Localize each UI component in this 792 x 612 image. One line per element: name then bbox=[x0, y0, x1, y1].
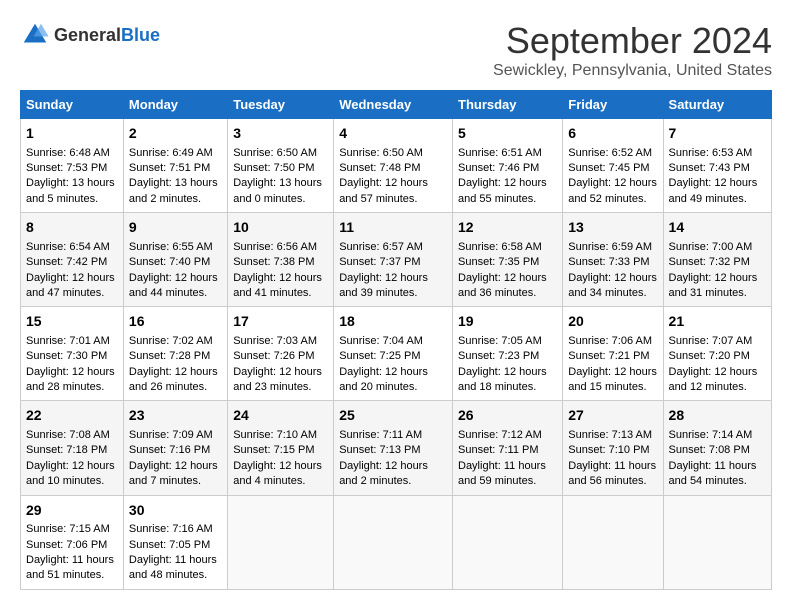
day-number: 26 bbox=[458, 406, 557, 426]
calendar-cell: 28Sunrise: 7:14 AMSunset: 7:08 PMDayligh… bbox=[663, 401, 771, 495]
header-wednesday: Wednesday bbox=[334, 91, 453, 119]
calendar-cell: 23Sunrise: 7:09 AMSunset: 7:16 PMDayligh… bbox=[123, 401, 227, 495]
calendar-cell: 10Sunrise: 6:56 AMSunset: 7:38 PMDayligh… bbox=[228, 213, 334, 307]
calendar-cell: 17Sunrise: 7:03 AMSunset: 7:26 PMDayligh… bbox=[228, 307, 334, 401]
header: GeneralBlue September 2024 Sewickley, Pe… bbox=[20, 20, 772, 80]
day-number: 18 bbox=[339, 312, 447, 332]
calendar-cell bbox=[228, 495, 334, 589]
calendar-cell: 7Sunrise: 6:53 AMSunset: 7:43 PMDaylight… bbox=[663, 119, 771, 213]
calendar-table: SundayMondayTuesdayWednesdayThursdayFrid… bbox=[20, 90, 772, 590]
day-number: 22 bbox=[26, 406, 118, 426]
day-number: 1 bbox=[26, 124, 118, 144]
day-number: 19 bbox=[458, 312, 557, 332]
calendar-cell: 1Sunrise: 6:48 AMSunset: 7:53 PMDaylight… bbox=[21, 119, 124, 213]
subtitle: Sewickley, Pennsylvania, United States bbox=[493, 62, 772, 80]
day-number: 27 bbox=[568, 406, 657, 426]
day-number: 4 bbox=[339, 124, 447, 144]
day-number: 17 bbox=[233, 312, 328, 332]
calendar-week-1: 1Sunrise: 6:48 AMSunset: 7:53 PMDaylight… bbox=[21, 119, 772, 213]
calendar-cell: 11Sunrise: 6:57 AMSunset: 7:37 PMDayligh… bbox=[334, 213, 453, 307]
header-sunday: Sunday bbox=[21, 91, 124, 119]
calendar-cell bbox=[663, 495, 771, 589]
day-number: 11 bbox=[339, 218, 447, 238]
day-number: 9 bbox=[129, 218, 222, 238]
logo-text-blue: Blue bbox=[121, 25, 160, 45]
calendar-cell: 6Sunrise: 6:52 AMSunset: 7:45 PMDaylight… bbox=[563, 119, 663, 213]
day-number: 13 bbox=[568, 218, 657, 238]
calendar-header-row: SundayMondayTuesdayWednesdayThursdayFrid… bbox=[21, 91, 772, 119]
day-number: 16 bbox=[129, 312, 222, 332]
calendar-cell: 29Sunrise: 7:15 AMSunset: 7:06 PMDayligh… bbox=[21, 495, 124, 589]
calendar-cell: 4Sunrise: 6:50 AMSunset: 7:48 PMDaylight… bbox=[334, 119, 453, 213]
calendar-cell: 3Sunrise: 6:50 AMSunset: 7:50 PMDaylight… bbox=[228, 119, 334, 213]
calendar-cell: 30Sunrise: 7:16 AMSunset: 7:05 PMDayligh… bbox=[123, 495, 227, 589]
day-number: 24 bbox=[233, 406, 328, 426]
calendar-cell: 22Sunrise: 7:08 AMSunset: 7:18 PMDayligh… bbox=[21, 401, 124, 495]
day-number: 6 bbox=[568, 124, 657, 144]
header-tuesday: Tuesday bbox=[228, 91, 334, 119]
day-number: 21 bbox=[669, 312, 766, 332]
day-number: 2 bbox=[129, 124, 222, 144]
title-section: September 2024 Sewickley, Pennsylvania, … bbox=[493, 20, 772, 80]
calendar-week-3: 15Sunrise: 7:01 AMSunset: 7:30 PMDayligh… bbox=[21, 307, 772, 401]
day-number: 5 bbox=[458, 124, 557, 144]
day-number: 3 bbox=[233, 124, 328, 144]
calendar-cell: 14Sunrise: 7:00 AMSunset: 7:32 PMDayligh… bbox=[663, 213, 771, 307]
header-saturday: Saturday bbox=[663, 91, 771, 119]
calendar-cell: 21Sunrise: 7:07 AMSunset: 7:20 PMDayligh… bbox=[663, 307, 771, 401]
day-number: 28 bbox=[669, 406, 766, 426]
day-number: 29 bbox=[26, 501, 118, 521]
calendar-cell: 24Sunrise: 7:10 AMSunset: 7:15 PMDayligh… bbox=[228, 401, 334, 495]
calendar-cell: 5Sunrise: 6:51 AMSunset: 7:46 PMDaylight… bbox=[453, 119, 563, 213]
day-number: 20 bbox=[568, 312, 657, 332]
day-number: 25 bbox=[339, 406, 447, 426]
header-monday: Monday bbox=[123, 91, 227, 119]
logo-icon bbox=[20, 20, 50, 50]
day-number: 10 bbox=[233, 218, 328, 238]
calendar-cell bbox=[563, 495, 663, 589]
calendar-cell bbox=[334, 495, 453, 589]
day-number: 8 bbox=[26, 218, 118, 238]
calendar-cell: 25Sunrise: 7:11 AMSunset: 7:13 PMDayligh… bbox=[334, 401, 453, 495]
calendar-week-5: 29Sunrise: 7:15 AMSunset: 7:06 PMDayligh… bbox=[21, 495, 772, 589]
header-thursday: Thursday bbox=[453, 91, 563, 119]
calendar-cell: 2Sunrise: 6:49 AMSunset: 7:51 PMDaylight… bbox=[123, 119, 227, 213]
calendar-cell: 27Sunrise: 7:13 AMSunset: 7:10 PMDayligh… bbox=[563, 401, 663, 495]
calendar-cell: 9Sunrise: 6:55 AMSunset: 7:40 PMDaylight… bbox=[123, 213, 227, 307]
day-number: 12 bbox=[458, 218, 557, 238]
day-number: 30 bbox=[129, 501, 222, 521]
calendar-week-2: 8Sunrise: 6:54 AMSunset: 7:42 PMDaylight… bbox=[21, 213, 772, 307]
main-title: September 2024 bbox=[493, 20, 772, 62]
logo: GeneralBlue bbox=[20, 20, 160, 50]
calendar-cell: 8Sunrise: 6:54 AMSunset: 7:42 PMDaylight… bbox=[21, 213, 124, 307]
calendar-cell: 16Sunrise: 7:02 AMSunset: 7:28 PMDayligh… bbox=[123, 307, 227, 401]
calendar-cell: 19Sunrise: 7:05 AMSunset: 7:23 PMDayligh… bbox=[453, 307, 563, 401]
calendar-cell bbox=[453, 495, 563, 589]
calendar-week-4: 22Sunrise: 7:08 AMSunset: 7:18 PMDayligh… bbox=[21, 401, 772, 495]
calendar-cell: 12Sunrise: 6:58 AMSunset: 7:35 PMDayligh… bbox=[453, 213, 563, 307]
day-number: 23 bbox=[129, 406, 222, 426]
day-number: 15 bbox=[26, 312, 118, 332]
calendar-cell: 26Sunrise: 7:12 AMSunset: 7:11 PMDayligh… bbox=[453, 401, 563, 495]
day-number: 14 bbox=[669, 218, 766, 238]
header-friday: Friday bbox=[563, 91, 663, 119]
calendar-cell: 18Sunrise: 7:04 AMSunset: 7:25 PMDayligh… bbox=[334, 307, 453, 401]
calendar-cell: 15Sunrise: 7:01 AMSunset: 7:30 PMDayligh… bbox=[21, 307, 124, 401]
calendar-cell: 13Sunrise: 6:59 AMSunset: 7:33 PMDayligh… bbox=[563, 213, 663, 307]
day-number: 7 bbox=[669, 124, 766, 144]
logo-text-general: General bbox=[54, 25, 121, 45]
calendar-cell: 20Sunrise: 7:06 AMSunset: 7:21 PMDayligh… bbox=[563, 307, 663, 401]
